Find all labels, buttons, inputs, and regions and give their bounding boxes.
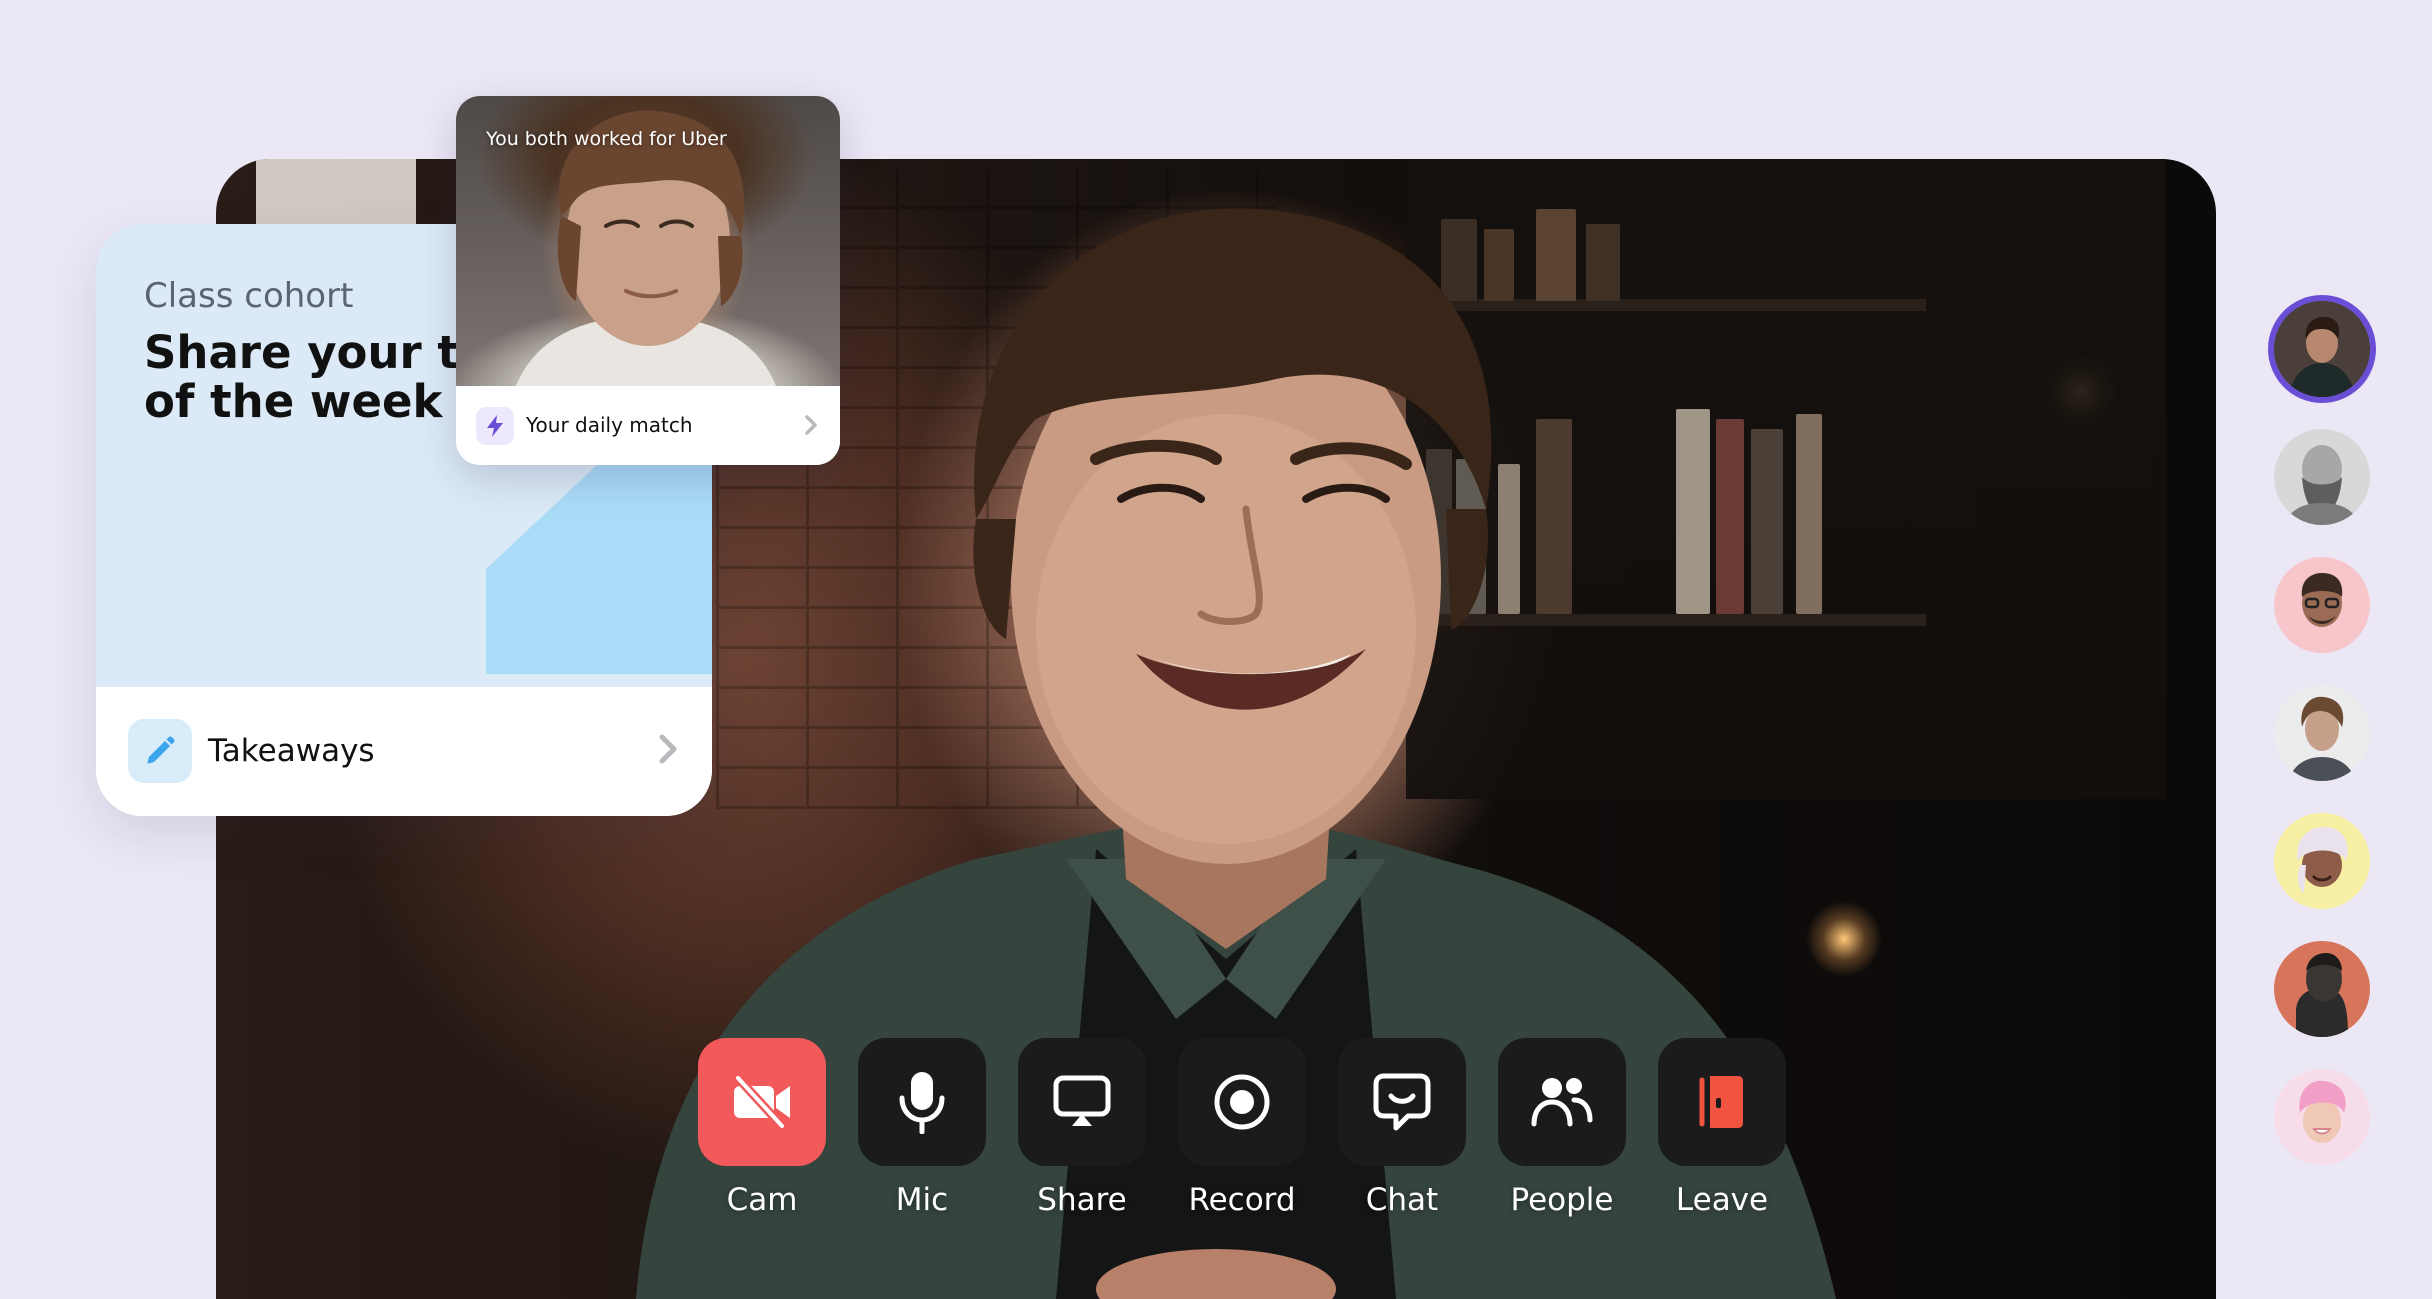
chat-bubble-icon xyxy=(1373,1073,1431,1131)
leave-control: Leave xyxy=(1658,1038,1786,1218)
record-button[interactable] xyxy=(1178,1038,1306,1166)
participant-avatar-1[interactable] xyxy=(2274,301,2370,397)
people-button[interactable] xyxy=(1498,1038,1626,1166)
mic-toggle-button[interactable] xyxy=(858,1038,986,1166)
pencil-icon-svg xyxy=(147,736,175,764)
takeaways-row[interactable]: Takeaways xyxy=(96,687,712,816)
people-control: People xyxy=(1498,1038,1626,1218)
takeaways-label: Takeaways xyxy=(208,733,375,769)
call-controls-toolbar: Cam Mic Share Record Chat People Leave xyxy=(698,1038,1786,1218)
microphone-icon xyxy=(899,1072,945,1134)
monitor-icon xyxy=(1053,1075,1111,1126)
pencil-icon xyxy=(128,719,192,783)
chevron-right-icon xyxy=(804,414,818,440)
record-icon xyxy=(1214,1074,1270,1130)
participant-avatar-2[interactable] xyxy=(2274,429,2370,525)
share-label: Share xyxy=(1037,1182,1127,1218)
cohort-eyebrow: Class cohort xyxy=(144,276,354,316)
avatar-memoji-pink-hair xyxy=(2274,1069,2370,1165)
participant-avatar-6[interactable] xyxy=(2274,941,2370,1037)
cam-control: Cam xyxy=(698,1038,826,1218)
leave-label: Leave xyxy=(1675,1182,1769,1218)
daily-match-row[interactable]: Your daily match xyxy=(456,386,840,465)
people-label: People xyxy=(1510,1182,1614,1218)
cohort-card-illustration xyxy=(486,464,712,674)
share-control: Share xyxy=(1018,1038,1146,1218)
daily-match-card[interactable]: You both worked for Uber Your daily matc… xyxy=(456,96,840,465)
chevron-right-icon xyxy=(658,733,680,769)
chat-button[interactable] xyxy=(1338,1038,1466,1166)
participant-avatar-5[interactable] xyxy=(2274,813,2370,909)
record-control: Record xyxy=(1178,1038,1306,1218)
chat-label: Chat xyxy=(1365,1182,1439,1218)
mic-control: Mic xyxy=(858,1038,986,1218)
avatar-glasses-pink xyxy=(2274,557,2370,653)
participant-avatar-7[interactable] xyxy=(2274,1069,2370,1165)
avatar-bald-beard-grayscale xyxy=(2274,429,2370,525)
participant-avatar-4[interactable] xyxy=(2274,685,2370,781)
leave-call-button[interactable] xyxy=(1658,1038,1786,1166)
record-label: Record xyxy=(1188,1182,1296,1218)
camera-off-icon xyxy=(733,1074,790,1130)
avatar-curly-hair xyxy=(2274,685,2370,781)
chat-control: Chat xyxy=(1338,1038,1466,1218)
avatar-dark-portrait xyxy=(2274,941,2370,1037)
participant-avatar-3[interactable] xyxy=(2274,557,2370,653)
cam-toggle-button[interactable] xyxy=(698,1038,826,1166)
people-icon xyxy=(1531,1078,1593,1127)
share-screen-button[interactable] xyxy=(1018,1038,1146,1166)
avatar-man-dark-shirt xyxy=(2274,301,2370,397)
match-caption: You both worked for Uber xyxy=(486,128,727,150)
lightning-icon xyxy=(476,407,514,445)
daily-match-label: Your daily match xyxy=(526,413,693,437)
exit-door-icon xyxy=(1699,1076,1743,1128)
cam-label: Cam xyxy=(726,1182,798,1218)
avatar-memoji-yellow xyxy=(2274,813,2370,909)
mic-label: Mic xyxy=(895,1182,949,1218)
